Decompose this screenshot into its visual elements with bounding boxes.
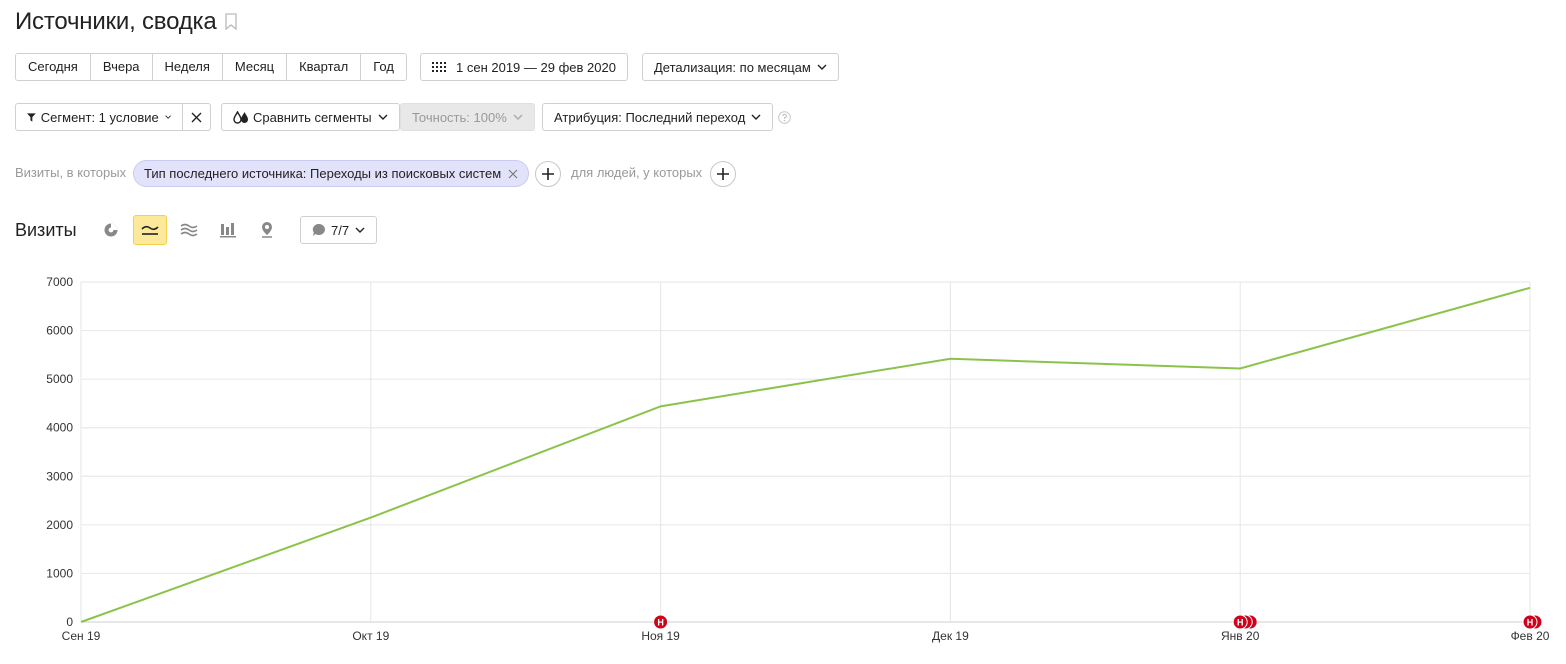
segment-label: Сегмент: 1 условие — [40, 109, 159, 125]
chevron-down-icon — [165, 115, 171, 119]
x-tick-label: Янв 20 — [1221, 629, 1260, 643]
attribution-dropdown[interactable]: Атрибуция: Последний переход — [542, 103, 774, 131]
annotation-marker-label: Н — [657, 618, 664, 628]
period-selector: Сегодня Вчера Неделя Месяц Квартал Год — [15, 53, 407, 81]
condition-chip-label: Тип последнего источника: Переходы из по… — [144, 166, 502, 181]
chevron-down-icon — [817, 64, 827, 70]
segment-dropdown[interactable]: Сегмент: 1 условие — [15, 103, 183, 131]
page-title: Источники, сводка — [15, 8, 217, 35]
bar-chart-icon — [220, 223, 236, 238]
map-button[interactable] — [250, 215, 284, 245]
area-chart-button[interactable] — [172, 215, 206, 245]
chevron-down-icon — [355, 227, 365, 233]
date-range-button[interactable]: 1 сен 2019 — 29 фев 2020 — [420, 53, 628, 81]
x-tick-label: Дек 19 — [932, 629, 969, 643]
y-tick-label: 2000 — [46, 518, 73, 532]
y-tick-label: 1000 — [46, 566, 73, 580]
x-tick-label: Ноя 19 — [641, 629, 680, 643]
annotation-marker-label: Н — [1527, 618, 1534, 628]
chevron-down-icon — [513, 114, 523, 120]
notes-count: 7/7 — [331, 222, 350, 238]
detail-dropdown[interactable]: Детализация: по месяцам — [642, 53, 839, 81]
y-tick-label: 6000 — [46, 324, 73, 338]
segment-clear-button[interactable] — [182, 103, 211, 131]
close-icon[interactable] — [508, 169, 518, 179]
comment-icon — [312, 223, 325, 236]
condition-chip[interactable]: Тип последнего источника: Переходы из по… — [133, 160, 530, 187]
y-tick-label: 0 — [66, 615, 73, 629]
x-tick-label: Окт 19 — [352, 629, 389, 643]
annotation-marker-label: Н — [1237, 618, 1244, 628]
y-tick-label: 5000 — [46, 372, 73, 386]
series-line — [80, 286, 1531, 623]
condition-prefix: Визиты, в которых — [15, 165, 127, 180]
period-quarter-button[interactable]: Квартал — [287, 54, 362, 80]
calendar-icon — [432, 62, 446, 72]
help-icon[interactable] — [778, 111, 791, 124]
close-icon — [191, 112, 202, 122]
y-tick-label: 4000 — [46, 421, 73, 435]
y-tick-label: 3000 — [46, 469, 73, 483]
funnel-icon — [27, 112, 36, 122]
attribution-label: Атрибуция: Последний переход — [554, 109, 746, 125]
period-today-button[interactable]: Сегодня — [16, 54, 91, 80]
period-year-button[interactable]: Год — [361, 54, 406, 80]
line-chart-icon — [141, 225, 159, 235]
x-tick-label: Фев 20 — [1511, 629, 1550, 643]
chevron-down-icon — [378, 114, 388, 120]
compare-segments-label: Сравнить сегменты — [253, 109, 372, 125]
accuracy-label: Точность: 100% — [412, 109, 507, 125]
notes-dropdown[interactable]: 7/7 — [300, 216, 378, 244]
pie-chart-button[interactable] — [94, 215, 128, 245]
accuracy-dropdown: Точность: 100% — [400, 103, 535, 131]
pie-chart-icon — [104, 223, 118, 237]
add-people-condition-button[interactable] — [710, 161, 736, 187]
visits-line-chart: 0 1000 2000 3000 4000 5000 6000 7000 Сен 19 Окт 1… — [46, 275, 1550, 643]
period-yesterday-button[interactable]: Вчера — [90, 54, 153, 80]
period-month-button[interactable]: Месяц — [222, 54, 288, 80]
area-chart-icon — [180, 223, 198, 237]
x-tick-label: Сен 19 — [62, 629, 101, 643]
chart-section-title: Визиты — [15, 220, 77, 240]
line-chart-button[interactable] — [133, 215, 167, 245]
people-condition-label: для людей, у которых — [571, 165, 703, 180]
date-range-label: 1 сен 2019 — 29 фев 2020 — [456, 59, 616, 75]
y-tick-label: 7000 — [46, 275, 73, 289]
map-pin-icon — [262, 222, 272, 238]
title-row: Источники, сводка — [15, 8, 238, 36]
compare-segments-dropdown[interactable]: Сравнить сегменты — [221, 103, 400, 131]
plus-icon — [717, 168, 729, 180]
drops-icon — [233, 110, 248, 124]
bar-chart-button[interactable] — [211, 215, 245, 245]
plus-icon — [542, 168, 554, 180]
detail-label: Детализация: по месяцам — [654, 59, 811, 75]
chevron-down-icon — [751, 114, 761, 120]
period-week-button[interactable]: Неделя — [152, 54, 223, 80]
add-condition-button[interactable] — [535, 161, 561, 187]
bookmark-icon[interactable] — [224, 13, 238, 31]
